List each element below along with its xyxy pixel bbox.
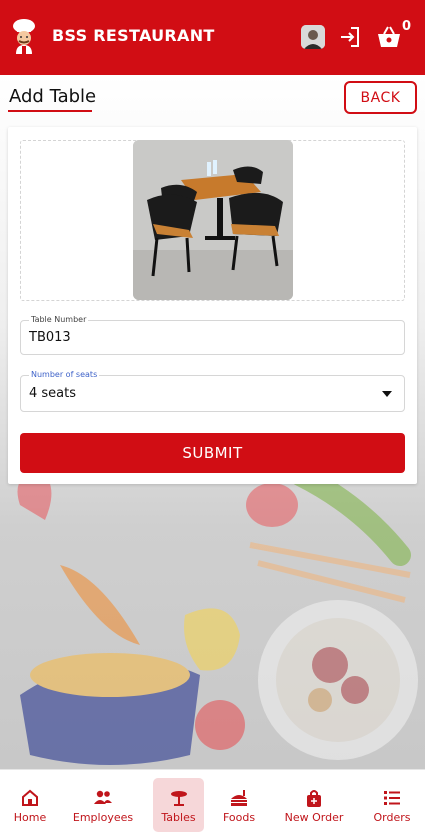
nav-label-foods: Foods	[222, 811, 256, 824]
people-icon	[94, 790, 112, 804]
table-icon	[170, 791, 187, 806]
title-underline	[8, 110, 92, 112]
nav-label-new-order: New Order	[284, 811, 344, 824]
user-avatar-icon	[301, 25, 325, 49]
nav-label-employees: Employees	[72, 811, 134, 824]
bag-icon	[307, 790, 321, 807]
nav-item-employees[interactable]: Employees	[70, 778, 136, 832]
home-icon	[22, 789, 38, 806]
list-icon	[384, 791, 400, 805]
nav-item-orders[interactable]: Orders	[370, 778, 414, 832]
nav-item-home[interactable]: Home	[8, 778, 52, 832]
nav-label-orders: Orders	[373, 811, 411, 824]
table-photo-icon	[133, 140, 293, 300]
app-title: BSS RESTAURANT	[52, 26, 215, 45]
logout-icon[interactable]	[338, 25, 362, 49]
seats-value[interactable]: 4 seats	[29, 386, 76, 401]
table-number-value[interactable]: TB013	[29, 330, 71, 345]
chef-icon	[13, 19, 35, 54]
nav-label-tables: Tables	[161, 811, 196, 824]
avatar[interactable]	[301, 25, 325, 49]
app-header: BSS RESTAURANT 0	[0, 0, 425, 75]
basket-icon[interactable]	[376, 25, 402, 49]
back-button[interactable]: BACK	[344, 81, 417, 114]
cart-count-badge: 0	[402, 19, 412, 34]
seats-select[interactable]: Number of seats 4 seats	[20, 370, 405, 412]
table-image[interactable]	[133, 140, 293, 300]
bottom-nav: Home Employees Tables Foods New Order Or…	[0, 769, 425, 839]
nav-item-foods[interactable]: Foods	[220, 778, 258, 832]
seats-label: Number of seats	[29, 370, 100, 379]
page-title: Add Table	[9, 86, 97, 107]
nav-item-new-order[interactable]: New Order	[282, 778, 346, 832]
nav-label-home: Home	[13, 811, 47, 824]
table-number-field[interactable]: Table Number TB013	[20, 315, 405, 355]
food-icon	[231, 790, 247, 806]
chevron-down-icon[interactable]	[382, 391, 392, 397]
nav-item-tables[interactable]: Tables	[153, 778, 204, 832]
table-number-label: Table Number	[29, 315, 89, 324]
submit-button[interactable]: SUBMIT	[20, 433, 405, 473]
